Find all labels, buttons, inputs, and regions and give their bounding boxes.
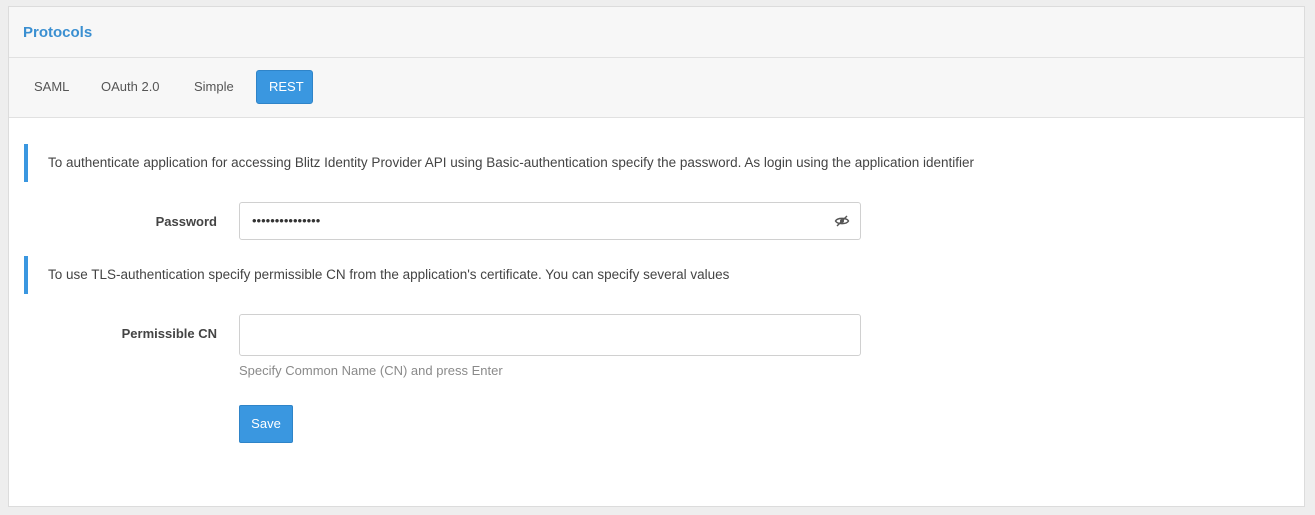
protocol-tabs: SAML OAuth 2.0 Simple REST [9,58,1304,118]
panel-title: Protocols [23,24,93,41]
basic-auth-info: To authenticate application for accessin… [24,144,1274,182]
permissible-cn-help: Specify Common Name (CN) and press Enter [239,363,503,378]
tab-saml[interactable]: SAML [22,70,81,104]
permissible-cn-label: Permissible CN [121,326,217,341]
eye-slash-icon[interactable] [834,213,850,229]
password-input[interactable]: ••••••••••••••• [239,202,861,240]
tab-rest[interactable]: REST [256,70,313,104]
protocols-panel: Protocols SAML OAuth 2.0 Simple REST To … [8,6,1305,507]
tls-auth-info: To use TLS-authentication specify permis… [24,256,1274,294]
password-value: ••••••••••••••• [252,213,321,228]
save-button[interactable]: Save [239,405,293,443]
tab-oauth2[interactable]: OAuth 2.0 [89,70,172,104]
tab-simple[interactable]: Simple [182,70,246,104]
panel-header: Protocols [9,7,1304,58]
permissible-cn-input[interactable] [239,314,861,356]
password-label: Password [155,214,217,229]
